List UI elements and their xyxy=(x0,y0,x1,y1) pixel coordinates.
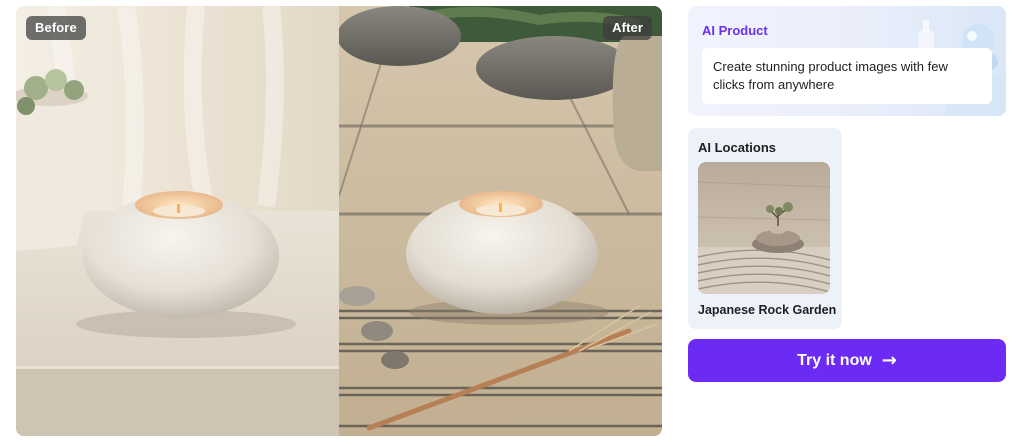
try-it-now-button[interactable]: Try it now → xyxy=(688,339,1006,382)
before-image xyxy=(16,6,339,436)
ai-product-description: Create stunning product images with few … xyxy=(702,48,992,104)
japanese-rock-garden-caption: Japanese Rock Garden xyxy=(698,303,837,317)
ai-locations-title: AI Locations xyxy=(698,140,777,155)
before-after-comparison[interactable]: Before After xyxy=(16,6,662,436)
after-image xyxy=(339,6,662,436)
arrow-right-icon: → xyxy=(881,349,897,371)
try-it-now-label: Try it now xyxy=(797,351,872,369)
after-badge: After xyxy=(603,16,652,40)
before-badge: Before xyxy=(26,16,86,40)
ai-locations-card[interactable]: AI Locations Japanese Rock Garden xyxy=(688,128,842,329)
ai-product-title: AI Product xyxy=(702,23,768,38)
japanese-rock-garden-thumbnail[interactable] xyxy=(698,162,830,294)
ai-product-card[interactable]: AI Product Create stunning product image… xyxy=(688,6,1006,116)
